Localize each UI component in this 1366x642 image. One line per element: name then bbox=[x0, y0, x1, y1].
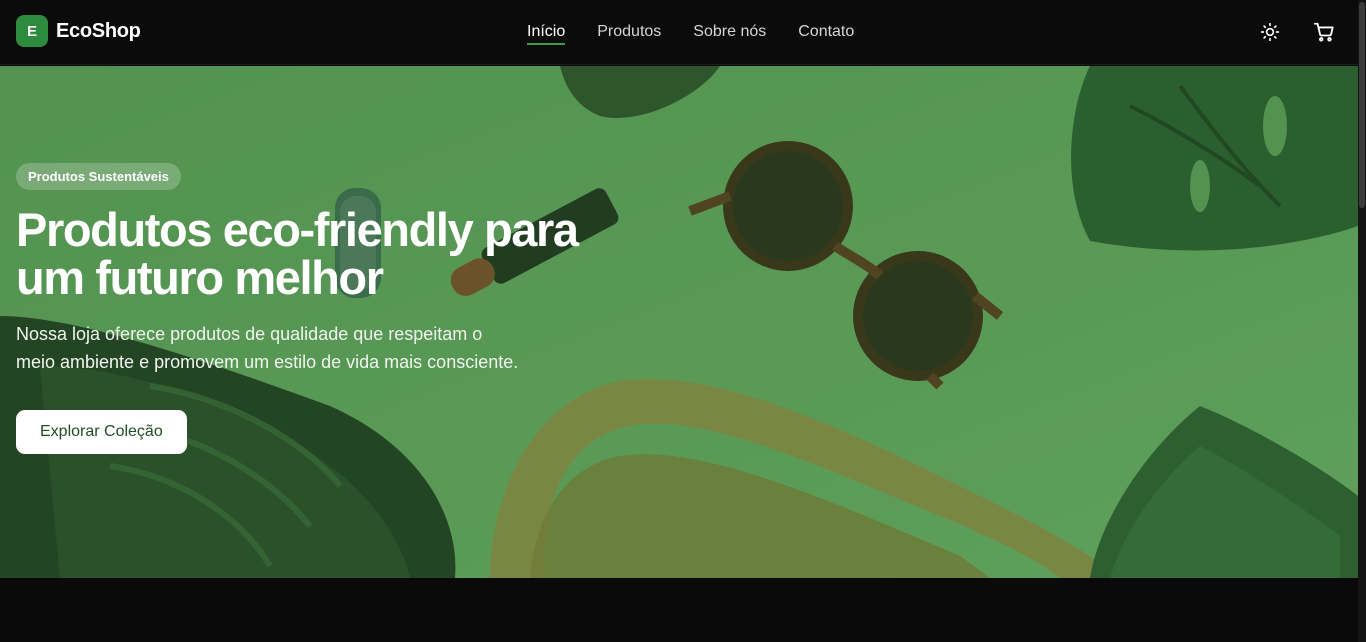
hero-title-line-2: um futuro melhor bbox=[16, 251, 384, 304]
brand-name: EcoShop bbox=[56, 19, 141, 42]
nav-link-contato[interactable]: Contato bbox=[798, 19, 854, 45]
nav-link-inicio[interactable]: Início bbox=[527, 19, 566, 45]
scrollbar-thumb[interactable] bbox=[1359, 2, 1365, 208]
brand-logo-link[interactable]: E EcoShop bbox=[16, 15, 141, 47]
top-navbar: E EcoShop Início Produtos Sobre nós Cont… bbox=[0, 0, 1358, 65]
hero-section: Produtos Sustentáveis Produtos eco-frien… bbox=[0, 66, 1358, 578]
hero-description: Nossa loja oferece produtos de qualidade… bbox=[16, 324, 519, 372]
brand-logo-icon: E bbox=[16, 15, 48, 47]
hero-content: Produtos Sustentáveis Produtos eco-frien… bbox=[16, 163, 656, 454]
theme-toggle-button[interactable] bbox=[1258, 20, 1282, 44]
main-nav: Início Produtos Sobre nós Contato bbox=[527, 0, 854, 64]
hero-badge: Produtos Sustentáveis bbox=[16, 163, 181, 190]
shopping-cart-icon bbox=[1313, 22, 1334, 42]
nav-actions bbox=[1258, 20, 1336, 44]
page-lower-area bbox=[0, 578, 1358, 642]
explore-collection-button[interactable]: Explorar Coleção bbox=[16, 410, 187, 454]
hero-title-line-1: Produtos eco-friendly para bbox=[16, 203, 579, 256]
hero-title: Produtos eco-friendly para um futuro mel… bbox=[16, 206, 636, 302]
page-scrollbar[interactable] bbox=[1358, 0, 1366, 642]
nav-link-sobre-nos[interactable]: Sobre nós bbox=[693, 19, 766, 45]
sun-icon bbox=[1260, 22, 1280, 42]
cart-button[interactable] bbox=[1312, 20, 1336, 44]
nav-link-produtos[interactable]: Produtos bbox=[597, 19, 661, 45]
